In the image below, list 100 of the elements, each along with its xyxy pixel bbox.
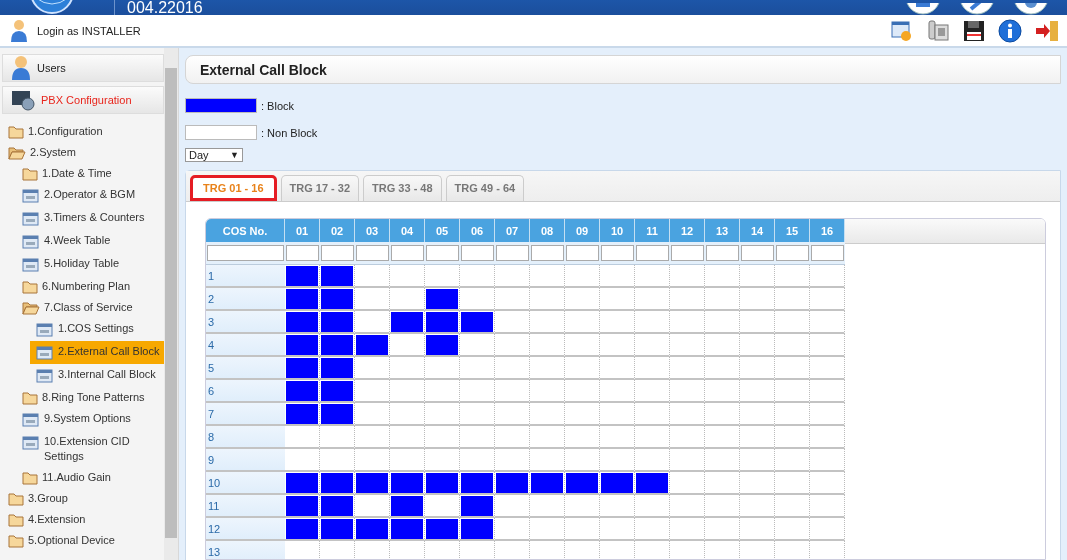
column-header[interactable]: 03 — [355, 219, 390, 243]
block-cell[interactable] — [636, 473, 668, 493]
tree-item[interactable]: 11.Audio Gain — [16, 467, 164, 488]
tree-item[interactable]: 1.Date & Time — [16, 163, 164, 184]
block-cell[interactable] — [356, 335, 388, 355]
block-cell[interactable] — [391, 519, 423, 539]
tree-item[interactable]: 4.Week Table — [16, 230, 164, 253]
tree-item[interactable]: 8.Ring Tone Patterns — [16, 387, 164, 408]
filter-field[interactable] — [321, 245, 354, 261]
tree-item[interactable]: 4.Extension — [2, 509, 164, 530]
column-header[interactable]: 12 — [670, 219, 705, 243]
block-cell[interactable] — [286, 312, 318, 332]
block-cell[interactable] — [286, 335, 318, 355]
block-cell[interactable] — [286, 496, 318, 516]
tree-item[interactable]: 3.Timers & Counters — [16, 207, 164, 230]
column-header[interactable]: 06 — [460, 219, 495, 243]
column-header[interactable]: 16 — [810, 219, 845, 243]
block-cell[interactable] — [286, 358, 318, 378]
column-header[interactable]: 01 — [285, 219, 320, 243]
tree-item[interactable]: 5.Optional Device — [2, 530, 164, 551]
calendar-alert-icon[interactable] — [891, 19, 913, 42]
block-cell[interactable] — [321, 335, 353, 355]
filter-field[interactable] — [671, 245, 704, 261]
tree-item[interactable]: 2.Operator & BGM — [16, 184, 164, 207]
tree-item[interactable]: 3.Internal Call Block — [30, 364, 164, 387]
info-icon[interactable] — [998, 18, 1022, 43]
block-cell[interactable] — [426, 519, 458, 539]
mode-dropdown[interactable]: Day ▼ — [185, 148, 243, 162]
tree-item[interactable]: 6.Numbering Plan — [16, 276, 164, 297]
tree-item[interactable]: 1.Configuration — [2, 121, 164, 142]
tree-item[interactable]: 7.Class of Service — [16, 297, 164, 318]
column-header[interactable]: 15 — [775, 219, 810, 243]
round-toolbar-icon[interactable] — [905, 3, 941, 15]
tree-item[interactable]: 2.External Call Block — [30, 341, 164, 364]
phone-icon[interactable] — [926, 18, 950, 43]
filter-field[interactable] — [391, 245, 424, 261]
column-header[interactable]: 14 — [740, 219, 775, 243]
block-cell[interactable] — [321, 312, 353, 332]
column-header[interactable]: 09 — [565, 219, 600, 243]
column-header[interactable]: 13 — [705, 219, 740, 243]
filter-field[interactable] — [496, 245, 529, 261]
block-cell[interactable] — [461, 496, 493, 516]
block-cell[interactable] — [321, 404, 353, 424]
column-header[interactable]: 07 — [495, 219, 530, 243]
filter-field[interactable] — [601, 245, 634, 261]
block-cell[interactable] — [321, 266, 353, 286]
round-toolbar-icon[interactable] — [1013, 3, 1049, 15]
filter-field[interactable] — [566, 245, 599, 261]
filter-field[interactable] — [811, 245, 844, 261]
block-cell[interactable] — [496, 473, 528, 493]
block-cell[interactable] — [601, 473, 633, 493]
column-header[interactable]: 08 — [530, 219, 565, 243]
block-cell[interactable] — [566, 473, 598, 493]
column-header[interactable]: 04 — [390, 219, 425, 243]
save-icon[interactable] — [963, 19, 985, 42]
filter-field[interactable] — [741, 245, 774, 261]
block-cell[interactable] — [286, 519, 318, 539]
block-cell[interactable] — [391, 312, 423, 332]
column-header[interactable]: 11 — [635, 219, 670, 243]
column-header[interactable]: COS No. — [206, 219, 285, 243]
filter-field[interactable] — [531, 245, 564, 261]
sidebar-panel[interactable]: PBX Configuration — [2, 86, 164, 114]
tree-item[interactable]: 1.COS Settings — [30, 318, 164, 341]
trunk-group-tab[interactable]: TRG 01 - 16 — [190, 175, 277, 201]
filter-field[interactable] — [706, 245, 739, 261]
trunk-group-tab[interactable]: TRG 49 - 64 — [445, 175, 525, 201]
block-cell[interactable] — [286, 381, 318, 401]
trunk-group-tab[interactable]: TRG 33 - 48 — [363, 175, 442, 201]
column-header[interactable]: 05 — [425, 219, 460, 243]
block-cell[interactable] — [286, 473, 318, 493]
block-cell[interactable] — [321, 519, 353, 539]
block-cell[interactable] — [426, 473, 458, 493]
block-cell[interactable] — [426, 335, 458, 355]
filter-field[interactable] — [286, 245, 319, 261]
block-cell[interactable] — [321, 381, 353, 401]
block-cell[interactable] — [321, 289, 353, 309]
block-cell[interactable] — [461, 312, 493, 332]
scrollbar[interactable] — [164, 48, 178, 560]
block-cell[interactable] — [356, 519, 388, 539]
tree-item[interactable]: 2.System — [2, 142, 164, 163]
filter-field[interactable] — [356, 245, 389, 261]
tree-item[interactable]: 3.Group — [2, 488, 164, 509]
block-cell[interactable] — [461, 473, 493, 493]
block-cell[interactable] — [426, 312, 458, 332]
tree-item[interactable]: 9.System Options — [16, 408, 164, 431]
block-cell[interactable] — [321, 358, 353, 378]
sidebar-panel[interactable]: Users — [2, 54, 164, 82]
filter-field[interactable] — [426, 245, 459, 261]
block-cell[interactable] — [356, 473, 388, 493]
round-toolbar-icon[interactable] — [959, 3, 995, 15]
column-header[interactable]: 10 — [600, 219, 635, 243]
trunk-group-tab[interactable]: TRG 17 - 32 — [280, 175, 360, 201]
block-cell[interactable] — [286, 266, 318, 286]
block-cell[interactable] — [426, 289, 458, 309]
filter-field[interactable] — [776, 245, 809, 261]
block-cell[interactable] — [321, 473, 353, 493]
block-cell[interactable] — [461, 519, 493, 539]
exit-icon[interactable] — [1035, 19, 1059, 42]
block-cell[interactable] — [391, 496, 423, 516]
block-cell[interactable] — [286, 289, 318, 309]
